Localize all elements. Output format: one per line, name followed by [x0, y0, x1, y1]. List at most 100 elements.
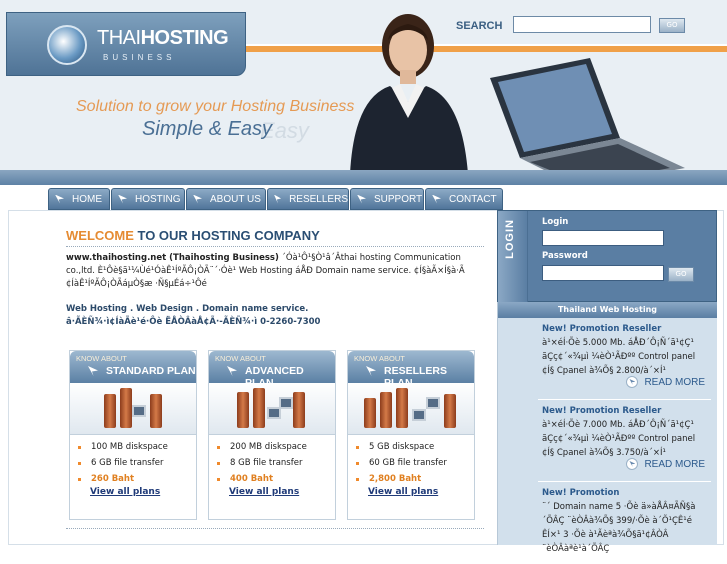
view-all-plans-link[interactable]: View all plans	[90, 487, 196, 497]
plan-feature: 2,800 Baht	[356, 471, 474, 487]
read-more-link[interactable]: READ MORE	[626, 458, 705, 470]
plan-card-advanced: KNOW ABOUT ADVANCED PLAN 200 MB diskspac…	[208, 350, 336, 520]
server-tower	[444, 394, 456, 428]
news-title: New! Promotion Reseller	[542, 324, 662, 334]
plan-know-about: KNOW ABOUT	[215, 354, 266, 363]
monitor	[412, 409, 426, 421]
services-text: Web Hosting . Web Design . Domain name s…	[66, 303, 486, 329]
plan-know-about: KNOW ABOUT	[354, 354, 405, 363]
nav-label: RESELLERS	[289, 193, 348, 205]
news-body: à¹×éÍ·Õè 7.000 Mb. áÅÐ´Ô¡Ñ´ã¹¢Ç¹ ãÇç¢´«¾…	[542, 420, 696, 458]
divider	[66, 246, 484, 247]
monitor	[279, 397, 293, 409]
password-input[interactable]	[542, 265, 664, 281]
plan-feature: 5 GB diskspace	[356, 439, 474, 455]
arrow-icon	[366, 366, 376, 376]
bullet-icon	[356, 477, 359, 481]
slogan-line-2: Simple & Easy	[142, 118, 273, 140]
plan-card-resellers: KNOW ABOUT RESELLERS PLAN 5 GB diskspace…	[347, 350, 475, 520]
server-image	[348, 383, 474, 435]
news-item: New! Promotion Reseller à¹×éÍ·Õè 7.000 M…	[498, 400, 717, 482]
login-input[interactable]	[542, 230, 664, 246]
server-tower	[396, 388, 408, 428]
plan-know-about: KNOW ABOUT	[76, 354, 127, 363]
plan-price: 260 Baht	[91, 474, 135, 484]
divider	[66, 528, 484, 529]
logo-globe-icon	[47, 25, 87, 65]
bullet-icon	[78, 477, 81, 481]
nav-label: HOSTING	[135, 193, 181, 205]
plan-header[interactable]: KNOW ABOUT STANDARD PLAN	[70, 351, 196, 383]
plan-feature: 200 MB diskspace	[217, 439, 335, 455]
nav-hosting[interactable]: HOSTING	[111, 188, 185, 210]
plan-transfer: 8 GB file transfer	[230, 458, 303, 468]
plan-price: 2,800 Baht	[369, 474, 422, 484]
nav-label: HOME	[72, 193, 102, 205]
nav-resellers[interactable]: RESELLERS	[267, 188, 349, 210]
orange-stripe	[246, 44, 727, 52]
welcome-rest: TO OUR HOSTING COMPANY	[133, 228, 320, 243]
search-go-button[interactable]: GO	[659, 18, 685, 33]
header-blue-strip	[0, 170, 727, 185]
login-label: Login	[542, 217, 569, 227]
slogan-line-1: Solution to grow your Hosting Business	[76, 98, 355, 115]
news-title: New! Promotion Reseller	[542, 406, 662, 416]
arrow-icon	[274, 194, 282, 204]
server-tower	[237, 392, 249, 428]
news-header: Thailand Web Hosting	[498, 302, 717, 318]
news-item: New! Promotion Reseller à¹×éÍ·Õè 5.000 M…	[498, 318, 717, 400]
login-go-button[interactable]: GO	[668, 267, 694, 282]
server-tower	[380, 392, 392, 428]
arrow-icon	[88, 366, 98, 376]
nav-about-us[interactable]: ABOUT US	[186, 188, 266, 210]
plan-transfer: 60 GB file transfer	[369, 458, 447, 468]
welcome-word: WELCOME	[66, 228, 134, 243]
logo-hosting: HOSTING	[140, 27, 229, 49]
server-tower	[293, 392, 305, 428]
login-panel: LOGIN Login Password GO	[497, 210, 717, 303]
plan-name: STANDARD PLAN	[106, 365, 196, 377]
main-nav: HOME HOSTING ABOUT US RESELLERS SUPPORT …	[48, 188, 504, 210]
read-more-label: READ MORE	[644, 458, 705, 470]
plan-disk: 200 MB diskspace	[230, 442, 307, 452]
plan-disk: 5 GB diskspace	[369, 442, 435, 452]
laptop-image	[490, 58, 685, 185]
bullet-icon	[217, 461, 220, 465]
intro-text: www.thaihosting.net (Thaihosting Busines…	[66, 252, 486, 291]
nav-label: CONTACT	[449, 193, 497, 205]
view-all-plans-link[interactable]: View all plans	[229, 487, 335, 497]
logo[interactable]: THAIHOSTING BUSINESS	[6, 12, 246, 76]
nav-support[interactable]: SUPPORT	[350, 188, 424, 210]
bullet-icon	[356, 445, 359, 449]
logo-thai: THAI	[97, 27, 141, 49]
server-image	[70, 383, 196, 435]
server-tower	[150, 394, 162, 428]
bullet-icon	[217, 445, 220, 449]
news-panel: Thailand Web Hosting New! Promotion Rese…	[497, 302, 717, 554]
plan-header[interactable]: KNOW ABOUT ADVANCED PLAN	[209, 351, 335, 389]
plan-price: 400 Baht	[230, 474, 274, 484]
logo-text: THAIHOSTING	[97, 27, 229, 50]
logo-subtitle: BUSINESS	[103, 53, 176, 62]
read-more-label: READ MORE	[644, 376, 705, 388]
search-input[interactable]	[513, 16, 651, 33]
services-list: Web Hosting . Web Design . Domain name s…	[66, 304, 309, 314]
news-item: New! Promotion ¨´ Domain name 5 ·Õè ä»àÅ…	[498, 482, 717, 564]
plan-disk: 100 MB diskspace	[91, 442, 168, 452]
plan-header[interactable]: KNOW ABOUT RESELLERS PLAN	[348, 351, 474, 389]
plan-feature: 8 GB file transfer	[217, 455, 335, 471]
plan-card-standard: KNOW ABOUT STANDARD PLAN 100 MB diskspac…	[69, 350, 197, 520]
plan-feature: 6 GB file transfer	[78, 455, 196, 471]
nav-home[interactable]: HOME	[48, 188, 110, 210]
arrow-icon	[227, 366, 237, 376]
server-image	[209, 383, 335, 435]
server-tower	[104, 394, 116, 428]
nav-contact[interactable]: CONTACT	[425, 188, 503, 210]
plan-feature: 400 Baht	[217, 471, 335, 487]
plan-feature: 60 GB file transfer	[356, 455, 474, 471]
login-tab-label: LOGIN	[504, 219, 516, 259]
read-more-link[interactable]: READ MORE	[626, 376, 705, 388]
news-body: ¨´ Domain name 5 ·Õè ä»àÅÂ¤ÃÑ§à´ÕÂÇ ¨èÒÂ…	[542, 502, 696, 554]
view-all-plans-link[interactable]: View all plans	[368, 487, 474, 497]
password-label: Password	[542, 251, 588, 261]
